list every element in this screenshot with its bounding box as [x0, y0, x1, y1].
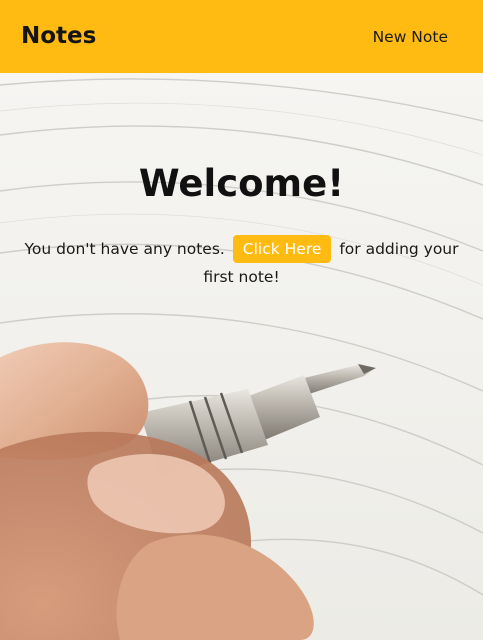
empty-state-message: You don't have any notes. Click Here for…: [17, 235, 467, 291]
message-before: You don't have any notes.: [24, 240, 225, 258]
app-window: Notes New Note Welcome! You don't have a…: [0, 0, 483, 640]
new-note-link[interactable]: New Note: [373, 27, 448, 47]
navbar: Notes New Note: [0, 0, 483, 73]
add-first-note-button[interactable]: Click Here: [232, 235, 332, 263]
welcome-title: Welcome!: [138, 162, 345, 205]
welcome-panel: Welcome! You don't have any notes. Click…: [0, 73, 483, 291]
brand-logo[interactable]: Notes: [21, 21, 96, 51]
